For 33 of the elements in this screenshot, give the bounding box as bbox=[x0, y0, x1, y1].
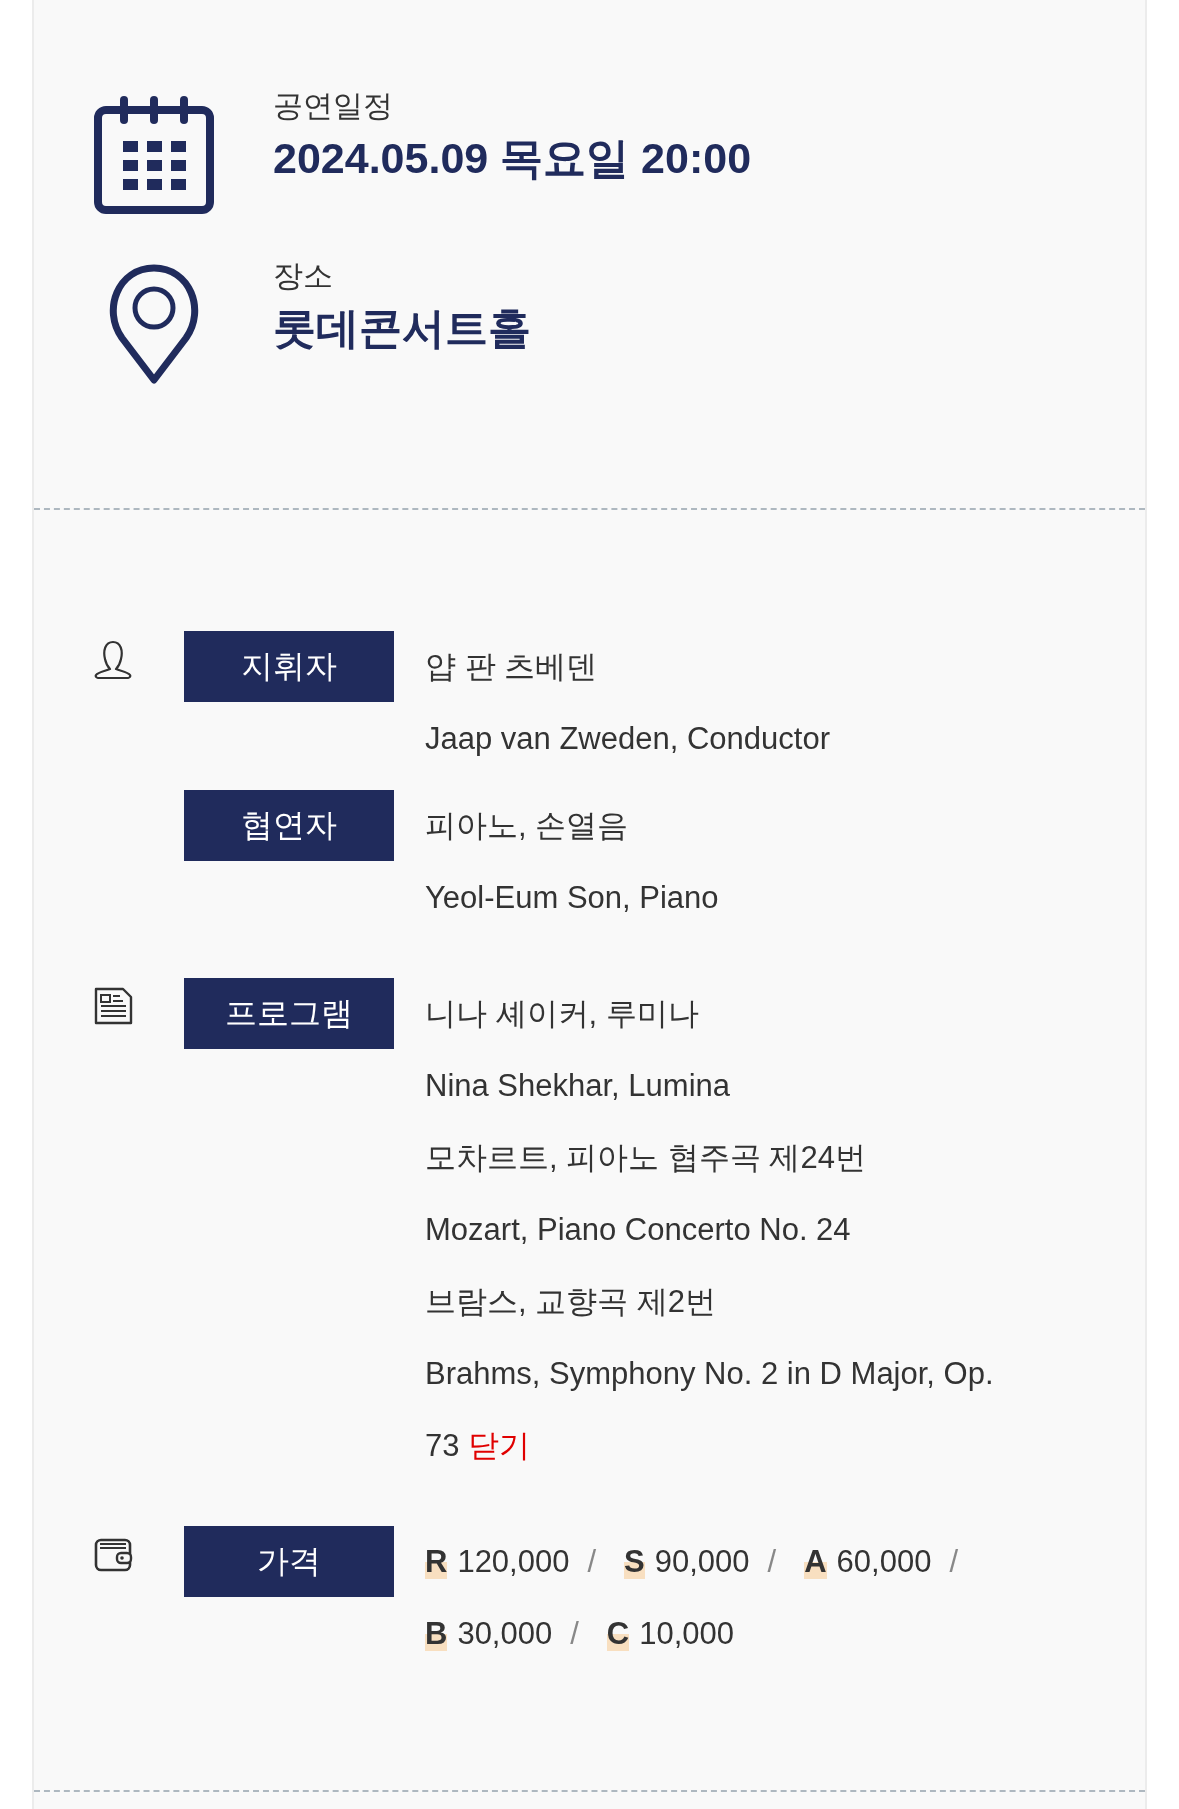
detail-text: 니나 셰이커, 루미나 bbox=[425, 995, 700, 1033]
info-label: 장소 bbox=[273, 258, 334, 294]
performance-date: 2024.05.09 목요일 20:00 bbox=[273, 133, 752, 184]
detail-text: 얍 판 츠베덴 bbox=[425, 648, 599, 686]
detail-text: 모차르트, 피아노 협주곡 제24번 bbox=[425, 1139, 867, 1177]
separator: / bbox=[949, 1544, 959, 1579]
price-amount: 60,000 bbox=[836, 1544, 932, 1579]
category-label: 협연자 bbox=[184, 790, 394, 861]
detail-text: 브람스, 교향곡 제2번 bbox=[425, 1283, 718, 1321]
person-icon bbox=[93, 639, 133, 679]
price-amount: 90,000 bbox=[654, 1544, 750, 1579]
category-label: 가격 bbox=[184, 1526, 394, 1597]
separator: / bbox=[767, 1544, 777, 1579]
separator: / bbox=[587, 1544, 597, 1579]
detail-text: Brahms, Symphony No. 2 in D Major, Op. bbox=[425, 1355, 995, 1393]
detail-text: 73 bbox=[425, 1428, 460, 1463]
location-pin-icon bbox=[108, 264, 200, 384]
detail-text: 피아노, 손열음 bbox=[425, 807, 630, 845]
detail-text: Nina Shekhar, Lumina bbox=[425, 1067, 732, 1105]
detail-text: Jaap van Zweden, Conductor bbox=[425, 720, 831, 758]
close-link[interactable]: 닫기 bbox=[468, 1428, 531, 1463]
category-label: 프로그램 bbox=[184, 978, 394, 1049]
info-label: 공연일정 bbox=[273, 88, 394, 124]
detail-text: Mozart, Piano Concerto No. 24 bbox=[425, 1211, 852, 1249]
calendar-icon bbox=[94, 96, 214, 216]
separator: / bbox=[570, 1616, 579, 1651]
document-icon bbox=[93, 986, 133, 1026]
detail-text: Yeol-Eum Son, Piano bbox=[425, 879, 720, 917]
price-amount: 120,000 bbox=[457, 1544, 570, 1579]
venue-name: 롯데콘서트홀 bbox=[273, 303, 531, 354]
category-label: 지휘자 bbox=[184, 631, 394, 702]
price-amount: 30,000 bbox=[457, 1616, 553, 1651]
price-amount: 10,000 bbox=[639, 1616, 735, 1651]
